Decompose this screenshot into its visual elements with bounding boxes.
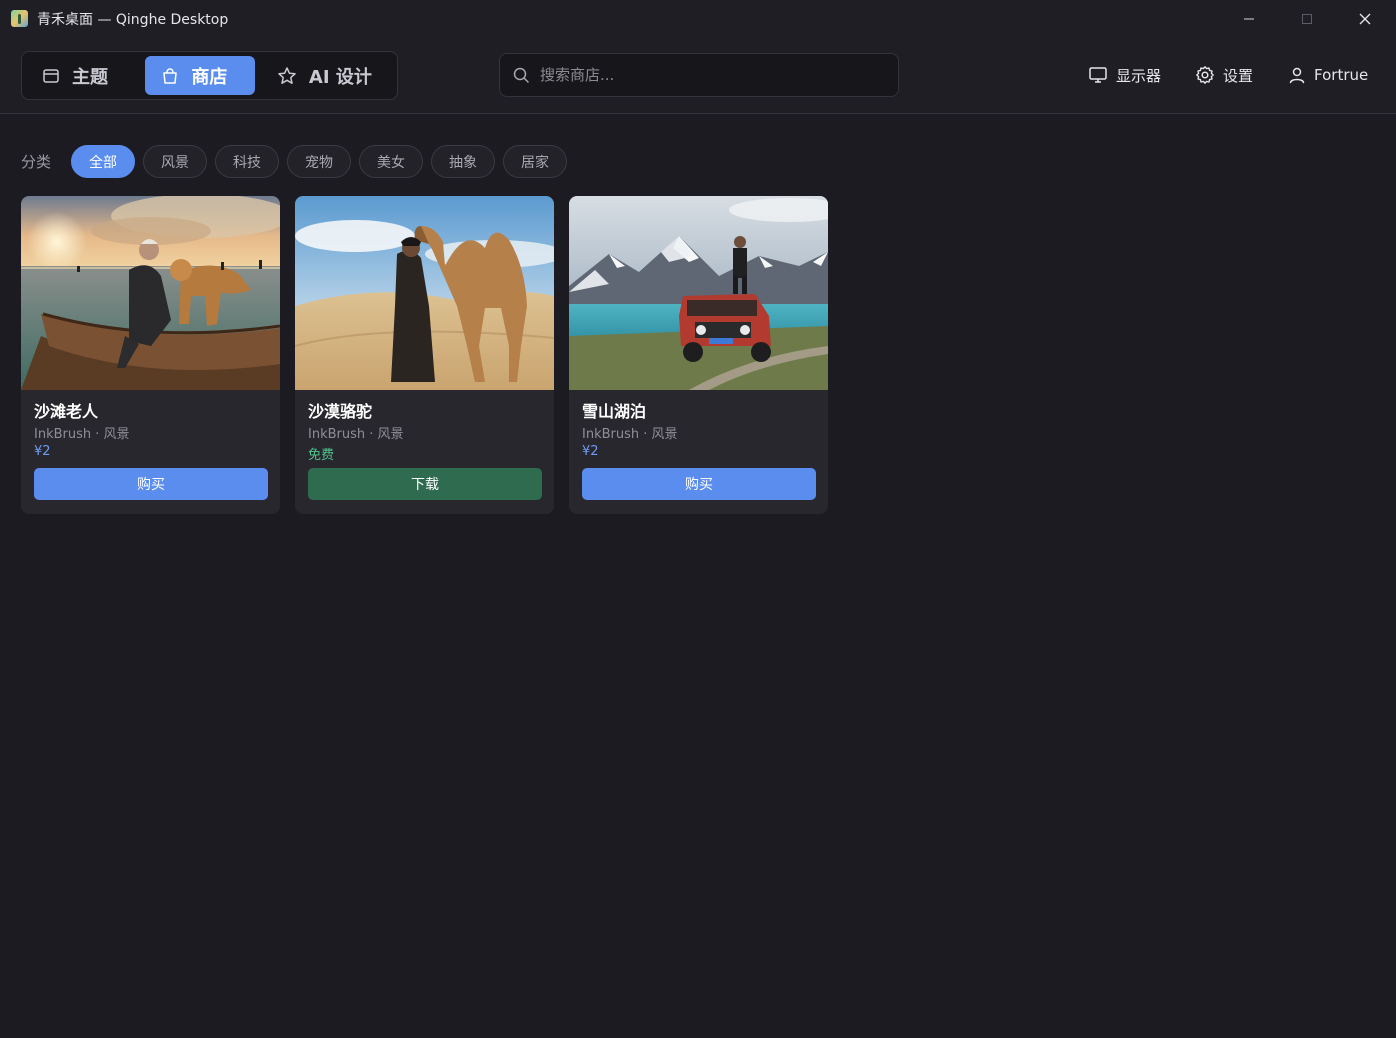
gear-icon [1196,66,1214,84]
tab-ai-design[interactable]: AI 设计 [261,56,393,95]
search-box [499,53,899,97]
product-price: ¥2 [34,444,51,459]
product-price: 免费 [308,448,335,463]
product-thumbnail [21,196,280,390]
monitor-icon [1089,67,1107,83]
product-meta: InkBrush · 风景 [34,427,130,442]
category-chip-all[interactable]: 全部 [71,145,135,178]
product-title: 沙滩老人 [34,402,99,421]
category-chip-tech[interactable]: 科技 [215,145,279,178]
star-icon [278,66,296,84]
category-chip-scenery[interactable]: 风景 [143,145,207,178]
tab-themes[interactable]: 主题 [26,56,139,95]
product-price: ¥2 [582,444,599,459]
main-tabs: 主题 商店 AI 设计 [21,51,398,100]
category-chip-pets[interactable]: 宠物 [287,145,351,178]
product-card[interactable]: 沙漠骆驼 InkBrush · 风景 免费 下载 [295,196,554,514]
search-input[interactable] [540,66,886,84]
tab-label: AI 设计 [308,66,372,88]
product-card[interactable]: 沙滩老人 InkBrush · 风景 ¥2 购买 [21,196,280,514]
maximize-button[interactable] [1278,0,1336,37]
product-thumbnail [569,196,828,390]
app-icon [11,10,28,27]
minimize-icon [1244,18,1254,19]
product-card[interactable]: 雪山湖泊 InkBrush · 风景 ¥2 购买 [569,196,828,514]
category-label: 分类 [21,153,52,171]
category-chip-beauty[interactable]: 美女 [359,145,423,178]
app-header: 主题 商店 AI 设计 显示器 设置 Fortrue [0,37,1396,114]
user-icon [1289,67,1305,84]
settings-label: 设置 [1223,66,1254,85]
minimize-button[interactable] [1220,0,1278,37]
download-button[interactable]: 下载 [308,468,542,500]
close-icon [1359,13,1371,24]
product-grid: 沙滩老人 InkBrush · 风景 ¥2 购买 沙漠骆驼 InkBrush ·… [21,196,828,514]
title-bar: 青禾桌面 — Qinghe Desktop [0,0,1396,37]
product-meta: InkBrush · 风景 [308,427,404,442]
category-chips: 全部 风景 科技 宠物 美女 抽象 居家 [71,145,567,178]
display-label: 显示器 [1116,66,1162,85]
settings-button[interactable]: 设置 [1195,63,1253,87]
buy-button[interactable]: 购买 [582,468,816,500]
user-button[interactable]: Fortrue [1288,63,1368,87]
category-chip-home[interactable]: 居家 [503,145,567,178]
display-button[interactable]: 显示器 [1088,63,1161,87]
user-name: Fortrue [1314,66,1369,84]
maximize-icon [1302,13,1312,24]
buy-button[interactable]: 购买 [34,468,268,500]
category-chip-abstract[interactable]: 抽象 [431,145,495,178]
window-title: 青禾桌面 — Qinghe Desktop [37,12,229,28]
bag-icon [163,67,178,84]
product-thumbnail [295,196,554,390]
product-title: 雪山湖泊 [582,402,647,421]
tab-store[interactable]: 商店 [145,56,255,95]
product-meta: InkBrush · 风景 [582,427,678,442]
tab-label: 主题 [72,66,108,88]
tab-label: 商店 [191,66,228,88]
window-icon [43,68,59,83]
close-button[interactable] [1336,0,1394,37]
product-title: 沙漠骆驼 [308,402,373,421]
search-icon [513,67,529,83]
